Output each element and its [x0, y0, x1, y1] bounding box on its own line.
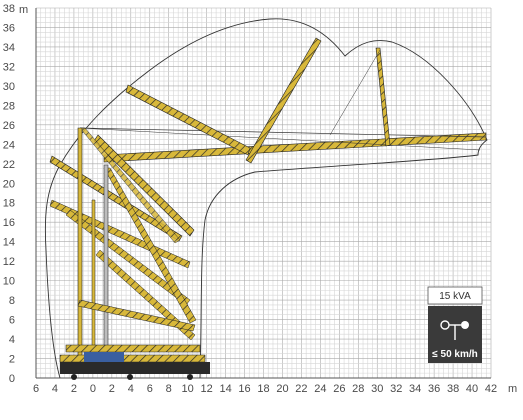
x-tick-label: 12 — [201, 383, 213, 395]
y-tick-label: 20 — [3, 178, 15, 190]
x-tick-label: 40 — [466, 383, 478, 395]
x-tick-label: 34 — [409, 383, 421, 395]
power-rating: 15 kVA — [439, 291, 471, 302]
boom-mast-folded — [49, 127, 195, 244]
boom-horizontal-jib — [79, 127, 487, 163]
x-tick-label: 0 — [90, 383, 96, 395]
y-tick-label: 28 — [3, 100, 15, 112]
x-tick-label: 4 — [128, 383, 134, 395]
y-axis-tick-labels: 02468101214161820222426283032343638 — [3, 3, 15, 385]
x-tick-label: 6 — [33, 383, 39, 395]
x-axis-unit: m — [508, 383, 517, 395]
x-tick-label: 36 — [428, 383, 440, 395]
y-tick-label: 6 — [9, 315, 15, 327]
y-tick-label: 4 — [9, 334, 15, 346]
wind-limit: ≤ 50 km/h — [432, 349, 478, 360]
x-tick-label: 38 — [447, 383, 459, 395]
y-tick-label: 2 — [9, 354, 15, 366]
x-tick-label: 26 — [333, 383, 345, 395]
x-tick-label: 20 — [276, 383, 288, 395]
x-tick-label: 24 — [314, 383, 326, 395]
y-tick-label: 14 — [3, 237, 15, 249]
x-tick-label: 18 — [257, 383, 269, 395]
y-tick-label: 8 — [9, 295, 15, 307]
x-tick-label: 22 — [295, 383, 307, 395]
y-axis-unit: m — [19, 4, 28, 16]
x-tick-label: 6 — [147, 383, 153, 395]
x-tick-label: 10 — [182, 383, 194, 395]
boom-steep-jib — [329, 47, 391, 147]
x-tick-label: 28 — [352, 383, 364, 395]
y-tick-label: 16 — [3, 217, 15, 229]
x-tick-label: 14 — [219, 383, 231, 395]
x-axis-tick-labels: 6 4 2 0 2 4 6 8 10 12 14 16 18 20 22 24 26 28 30 32 34 36 38 40… — [33, 383, 497, 395]
crane-reach-diagram: 6 4 2 0 2 4 6 8 10 12 14 16 18 20 22 24 26 28 30 32 34 36 38 40… — [0, 0, 523, 415]
y-tick-label: 18 — [3, 198, 15, 210]
y-tick-label: 30 — [3, 81, 15, 93]
y-tick-label: 36 — [3, 22, 15, 34]
x-tick-label: 4 — [52, 383, 58, 395]
y-tick-label: 38 — [3, 3, 15, 15]
x-tick-label: 8 — [166, 383, 172, 395]
x-tick-label: 2 — [71, 383, 77, 395]
x-tick-label: 16 — [238, 383, 250, 395]
y-tick-label: 24 — [3, 139, 15, 151]
y-tick-label: 34 — [3, 42, 15, 54]
x-tick-label: 32 — [390, 383, 402, 395]
y-tick-label: 32 — [3, 61, 15, 73]
y-tick-label: 22 — [3, 159, 15, 171]
x-tick-label: 42 — [485, 383, 497, 395]
y-tick-label: 26 — [3, 120, 15, 132]
y-tick-label: 12 — [3, 256, 15, 268]
x-tick-label: 2 — [109, 383, 115, 395]
spec-badge: 15 kVA ≤ 50 km/h — [427, 286, 483, 363]
x-tick-label: 30 — [371, 383, 383, 395]
y-tick-label: 10 — [3, 276, 15, 288]
y-tick-label: 0 — [9, 373, 15, 385]
